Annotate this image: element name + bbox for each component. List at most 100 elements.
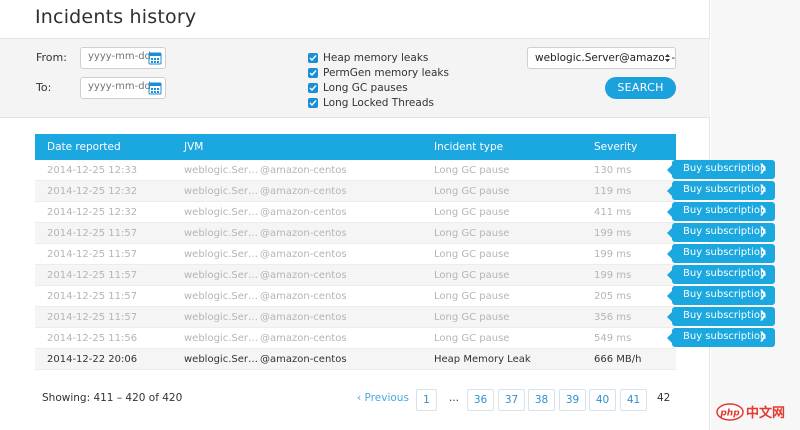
buy-subscription-button[interactable]: Buy subscription ❯ [667, 181, 775, 200]
from-date-field[interactable] [80, 47, 166, 69]
previous-label: Previous [364, 392, 409, 404]
chevron-right-icon: ❯ [758, 163, 767, 174]
showing-count: Showing: 411 – 420 of 420 [42, 392, 183, 404]
checkbox-checked-icon[interactable] [308, 98, 318, 108]
previous-page-link[interactable]: ‹ Previous [357, 392, 409, 404]
col-header-type[interactable]: Incident type [434, 141, 503, 153]
cell-type: Long GC pause [434, 228, 510, 239]
to-date-field[interactable] [80, 77, 166, 99]
incidents-panel: Incidents history From: To: Heap memory … [0, 0, 710, 430]
cell-jvm-name: weblogic.Ser… [184, 291, 258, 302]
cell-jvm-host: @amazon-centos [260, 312, 347, 323]
table-row[interactable]: 2014-12-25 11:57 weblogic.Ser… @amazon-c… [35, 307, 676, 328]
chevron-right-icon: ❯ [758, 184, 767, 195]
cell-jvm-host: @amazon-centos [260, 165, 347, 176]
buy-subscription-button[interactable]: Buy subscription ❯ [667, 223, 775, 242]
cell-jvm-name: weblogic.Ser… [184, 186, 258, 197]
checkbox-heap-leaks[interactable]: Heap memory leaks [308, 52, 428, 64]
table-row[interactable]: 2014-12-25 11:56 weblogic.Ser… @amazon-c… [35, 328, 676, 349]
cell-severity: 130 ms [594, 165, 632, 176]
checkbox-label: Long GC pauses [323, 82, 408, 94]
page-link-1[interactable]: 1 [416, 389, 437, 411]
cell-type: Long GC pause [434, 249, 510, 260]
checkbox-long-gc[interactable]: Long GC pauses [308, 82, 408, 94]
cell-type: Long GC pause [434, 312, 510, 323]
cell-jvm-host: @amazon-centos [260, 354, 347, 365]
buy-label: Buy subscription [683, 331, 767, 342]
page-link-41[interactable]: 41 [620, 389, 647, 411]
buy-label: Buy subscription [683, 289, 767, 300]
select-arrows-icon [664, 52, 671, 64]
cell-severity: 199 ms [594, 249, 632, 260]
chevron-right-icon: ❯ [758, 226, 767, 237]
checkbox-checked-icon[interactable] [308, 53, 318, 63]
table-row[interactable]: 2014-12-25 12:32 weblogic.Ser… @amazon-c… [35, 202, 676, 223]
chevron-right-icon: ❯ [758, 205, 767, 216]
checkbox-permgen-leaks[interactable]: PermGen memory leaks [308, 67, 449, 79]
cell-type: Long GC pause [434, 333, 510, 344]
buy-subscription-button[interactable]: Buy subscription ❯ [667, 265, 775, 284]
page-link-36[interactable]: 36 [467, 389, 494, 411]
buy-label: Buy subscription [683, 310, 767, 321]
cell-jvm-name: weblogic.Ser… [184, 165, 258, 176]
buy-subscription-button[interactable]: Buy subscription ❯ [667, 244, 775, 263]
search-button[interactable]: SEARCH [605, 77, 676, 99]
table-row[interactable]: 2014-12-25 11:57 weblogic.Ser… @amazon-c… [35, 265, 676, 286]
filter-bar: From: To: Heap memory leaks PermGen m [0, 38, 710, 118]
table-row[interactable]: 2014-12-25 11:57 weblogic.Ser… @amazon-c… [35, 244, 676, 265]
cell-date: 2014-12-25 11:57 [47, 249, 138, 260]
buy-subscription-button[interactable]: Buy subscription ❯ [667, 160, 775, 179]
col-header-jvm[interactable]: JVM [184, 141, 203, 153]
checkbox-locked-threads[interactable]: Long Locked Threads [308, 97, 434, 109]
cell-jvm-host: @amazon-centos [260, 291, 347, 302]
buy-subscription-button[interactable]: Buy subscription ❯ [667, 307, 775, 326]
buy-subscription-button[interactable]: Buy subscription ❯ [667, 202, 775, 221]
chevron-right-icon: ❯ [758, 310, 767, 321]
cell-date: 2014-12-25 11:57 [47, 270, 138, 281]
buy-label: Buy subscription [683, 247, 767, 258]
buy-label: Buy subscription [683, 205, 767, 216]
table-row[interactable]: 2014-12-22 20:06 weblogic.Ser… @amazon-c… [35, 349, 676, 370]
chevron-left-icon: ‹ [357, 392, 365, 404]
cell-severity: 356 ms [594, 312, 632, 323]
page-link-39[interactable]: 39 [559, 389, 586, 411]
from-date-input[interactable] [88, 51, 150, 62]
svg-text:中文网: 中文网 [746, 405, 785, 421]
cell-severity: 119 ms [594, 186, 632, 197]
table-row[interactable]: 2014-12-25 12:32 weblogic.Ser… @amazon-c… [35, 181, 676, 202]
col-header-severity[interactable]: Severity [594, 141, 637, 153]
checkbox-label: Heap memory leaks [323, 52, 429, 64]
chevron-right-icon: ❯ [758, 289, 767, 300]
calendar-icon[interactable] [148, 51, 162, 65]
checkbox-checked-icon[interactable] [308, 83, 318, 93]
cell-jvm-host: @amazon-centos [260, 333, 347, 344]
cell-jvm-name: weblogic.Ser… [184, 354, 258, 365]
watermark-logo: php 中文网 [716, 403, 785, 421]
buy-subscription-button[interactable]: Buy subscription ❯ [667, 286, 775, 305]
from-label: From: [36, 51, 67, 64]
checkbox-checked-icon[interactable] [308, 68, 318, 78]
buy-subscription-button[interactable]: Buy subscription ❯ [667, 328, 775, 347]
page-link-38[interactable]: 38 [528, 389, 555, 411]
table-row[interactable]: 2014-12-25 11:57 weblogic.Ser… @amazon-c… [35, 286, 676, 307]
buy-label: Buy subscription [683, 184, 767, 195]
page-link-37[interactable]: 37 [498, 389, 525, 411]
table-row[interactable]: 2014-12-25 11:57 weblogic.Ser… @amazon-c… [35, 223, 676, 244]
jvm-select[interactable]: weblogic.Server@amazon-centos [527, 47, 676, 69]
cell-type: Long GC pause [434, 270, 510, 281]
svg-text:php: php [719, 409, 740, 419]
cell-jvm-host: @amazon-centos [260, 270, 347, 281]
calendar-icon[interactable] [148, 81, 162, 95]
cell-date: 2014-12-25 11:57 [47, 228, 138, 239]
cell-type: Long GC pause [434, 165, 510, 176]
to-label: To: [36, 81, 52, 94]
to-date-input[interactable] [88, 81, 150, 92]
col-header-date[interactable]: Date reported [47, 141, 121, 153]
cell-type: Long GC pause [434, 291, 510, 302]
cell-jvm-name: weblogic.Ser… [184, 333, 258, 344]
cell-jvm-name: weblogic.Ser… [184, 249, 258, 260]
incidents-table: Date reported JVM Incident type Severity… [35, 134, 676, 370]
cell-severity: 666 MB/h [594, 354, 642, 365]
page-link-40[interactable]: 40 [589, 389, 616, 411]
table-row[interactable]: 2014-12-25 12:33 weblogic.Ser… @amazon-c… [35, 160, 676, 181]
